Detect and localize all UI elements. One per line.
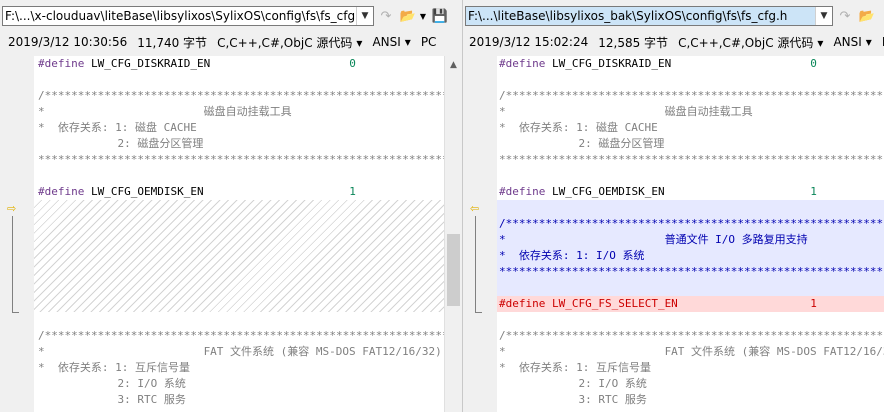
diff-arrow-icon[interactable]: ⇨ [7, 202, 16, 215]
left-editor[interactable]: #define LW_CFG_DISKRAID_EN 0 /**********… [34, 56, 444, 412]
save-icon[interactable]: 💾 [430, 6, 450, 26]
right-language[interactable]: C,C++,C#,ObjC 源代码 [678, 36, 813, 50]
left-line-ending[interactable]: PC [421, 35, 437, 49]
right-encoding[interactable]: ANSI [833, 35, 861, 49]
code-line-autoload-dep2: 2: 磁盘分区管理 [38, 137, 204, 150]
right-path-combobox[interactable]: F:\...\liteBase\libsylixos_bak\SylixOS\c… [465, 6, 833, 26]
code-line-autoload-dep1: * 依存关系: 1: 磁盘 CACHE [38, 121, 197, 134]
left-language[interactable]: C,C++,C#,ObjC 源代码 [217, 36, 352, 50]
code-line-fat-title: * FAT 文件系统 (兼容 MS-DOS FAT12/16/32) [38, 345, 442, 358]
oemdisk-define: #define LW_CFG_OEMDISK_EN 1 [499, 185, 817, 198]
open-dropdown-icon[interactable]: ▼ [418, 6, 428, 26]
right-info-bar: 2019/3/12 15:02:24 12,585 字节 C,C++,C#,Ob… [469, 33, 884, 51]
code-line-fat-dep1: * 依存关系: 1: 互斥信号量 [499, 361, 651, 374]
code-line-select-define: #define LW_CFG_FS_SELECT_EN 1 [499, 297, 817, 310]
left-path-bar: F:\...\x-clouduav\liteBase\libsylixos\Sy… [2, 5, 450, 27]
left-timestamp: 2019/3/12 10:30:56 [8, 35, 128, 49]
right-language-select[interactable]: C,C++,C#,ObjC 源代码 ▾ [678, 34, 823, 51]
code-line-fat-title: * FAT 文件系统 (兼容 MS-DOS FAT12/16/32) [499, 345, 884, 358]
right-path-text[interactable]: F:\...\liteBase\libsylixos_bak\SylixOS\c… [466, 7, 815, 25]
right-editor[interactable]: #define LW_CFG_DISKRAID_EN 0 /**********… [497, 56, 884, 412]
code-line-fat-dep3: 3: RTC 服务 [38, 393, 186, 406]
right-path-bar: F:\...\liteBase\libsylixos_bak\SylixOS\c… [465, 5, 877, 27]
left-path-combobox[interactable]: F:\...\x-clouduav\liteBase\libsylixos\Sy… [2, 6, 374, 26]
left-file-size: 11,740 字节 [137, 35, 208, 50]
right-gutter: ⇦ [463, 56, 497, 412]
navigate-arrow-icon[interactable]: ↷ [376, 6, 396, 26]
inserted-blank-line [497, 280, 884, 296]
left-diff-bracket [12, 216, 19, 313]
code-line-oemdisk: #define LW_CFG_OEMDISK_EN 1 [38, 184, 356, 200]
scroll-up-icon[interactable]: ▲ [445, 56, 462, 73]
folder-open-icon[interactable]: 📂 [398, 6, 418, 26]
code-line-fat-dep2: 2: I/O 系统 [499, 377, 647, 390]
diff-arrow-icon[interactable]: ⇦ [470, 202, 479, 215]
code-line-oemdisk: #define LW_CFG_OEMDISK_EN 1 [499, 184, 817, 200]
code-line-diskraid: #define LW_CFG_DISKRAID_EN 0 [38, 56, 356, 72]
code-line-select-sep-end: ****************************************… [499, 265, 884, 278]
left-encoding-select[interactable]: ANSI ▾ [372, 35, 410, 49]
code-line-autoload-title: * 磁盘自动挂载工具 [499, 105, 753, 118]
code-line-fat-dep3: 3: RTC 服务 [499, 393, 647, 406]
code-line-sep: /***************************************… [499, 89, 884, 102]
left-scroll-thumb[interactable] [447, 234, 460, 306]
right-file-size: 12,585 字节 [598, 35, 669, 50]
code-line-select-title: * 普通文件 I/O 多路复用支持 [499, 233, 808, 246]
folder-open-icon[interactable]: 📂 [857, 6, 877, 26]
left-language-select[interactable]: C,C++,C#,ObjC 源代码 ▾ [217, 34, 362, 51]
left-pane: F:\...\x-clouduav\liteBase\libsylixos\Sy… [0, 0, 462, 412]
left-encoding[interactable]: ANSI [372, 35, 400, 49]
chevron-down-icon[interactable]: ▼ [356, 7, 373, 25]
code-line-select-dep1: * 依存关系: 1: I/O 系统 [499, 249, 645, 262]
code-line-sep-end: ****************************************… [38, 153, 444, 166]
right-encoding-select[interactable]: ANSI ▾ [833, 35, 871, 49]
chevron-down-icon[interactable]: ▼ [815, 7, 832, 25]
left-info-bar: 2019/3/12 10:30:56 11,740 字节 C,C++,C#,Ob… [8, 33, 446, 51]
right-timestamp: 2019/3/12 15:02:24 [469, 35, 589, 49]
code-line-sep: /***************************************… [38, 89, 444, 102]
oemdisk-define: #define LW_CFG_OEMDISK_EN 1 [38, 185, 356, 198]
code-line-diskraid: #define LW_CFG_DISKRAID_EN 0 [499, 56, 817, 72]
code-line-fat-dep1: * 依存关系: 1: 互斥信号量 [38, 361, 190, 374]
code-line-sep-end: ****************************************… [499, 153, 884, 166]
right-pane: F:\...\liteBase\libsylixos_bak\SylixOS\c… [463, 0, 884, 412]
left-vertical-scrollbar[interactable]: ▲ [444, 56, 462, 412]
right-diff-bracket [475, 216, 482, 313]
code-line-fat-sep: /***************************************… [38, 329, 444, 342]
navigate-arrow-icon[interactable]: ↷ [835, 6, 855, 26]
code-line-fat-dep2: 2: I/O 系统 [38, 377, 186, 390]
code-line-autoload-dep1: * 依存关系: 1: 磁盘 CACHE [499, 121, 658, 134]
code-line-autoload-title: * 磁盘自动挂载工具 [38, 105, 292, 118]
code-line-fat-sep: /***************************************… [499, 329, 884, 342]
left-path-text[interactable]: F:\...\x-clouduav\liteBase\libsylixos\Sy… [3, 7, 356, 25]
code-line-select-sep: /***************************************… [499, 217, 884, 230]
diskraid-define: #define LW_CFG_DISKRAID_EN 0 [499, 57, 817, 70]
diskraid-define: #define LW_CFG_DISKRAID_EN 0 [38, 57, 356, 70]
left-gutter: ⇨ [0, 56, 34, 412]
missing-block-hatch [34, 200, 444, 312]
code-line-autoload-dep2: 2: 磁盘分区管理 [499, 137, 665, 150]
